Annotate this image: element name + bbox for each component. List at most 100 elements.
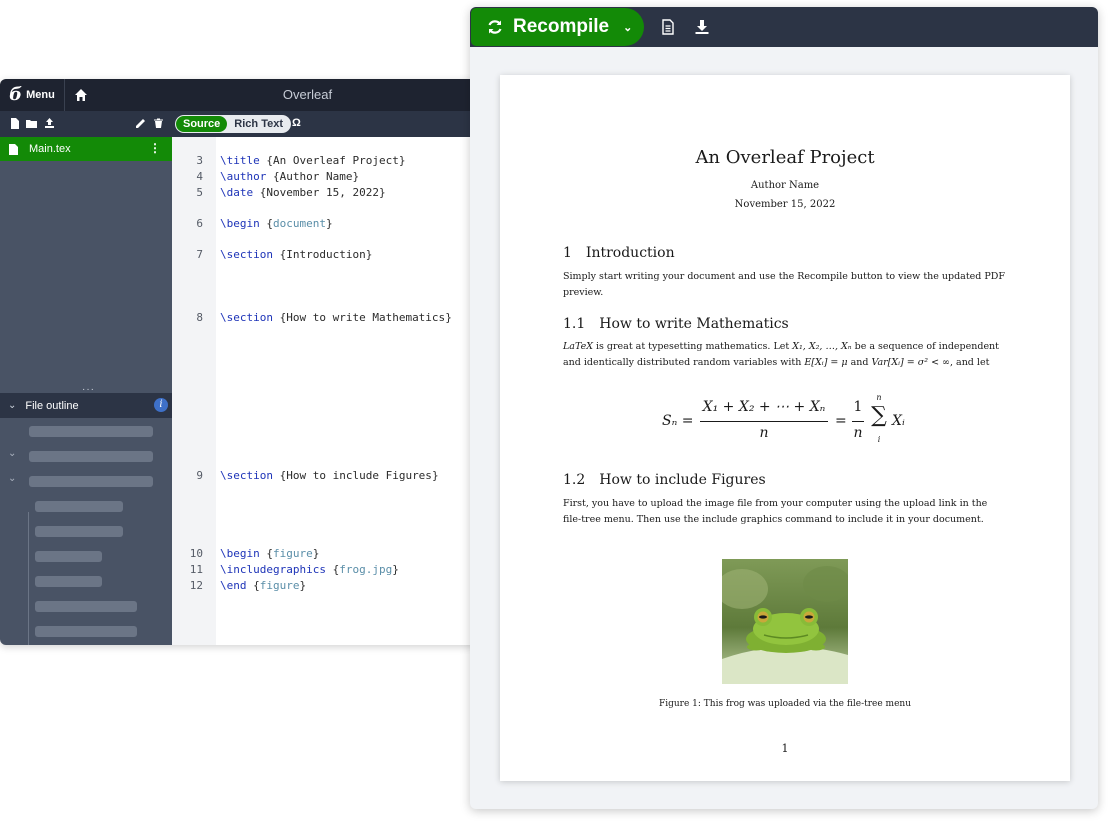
download-pdf-icon[interactable] <box>694 19 710 35</box>
subsection-number: 1.1 <box>563 316 586 332</box>
code-line[interactable]: 9 \section {How to include Figures} <box>0 468 475 484</box>
document-date: November 15, 2022 <box>734 199 836 210</box>
brace-close: } <box>392 563 399 576</box>
section-paragraph: Simply start writing your document and u… <box>563 271 1005 298</box>
rename-pencil-icon[interactable] <box>135 118 146 129</box>
command-argument: How to write Mathematics <box>286 311 446 324</box>
line-number: 12 <box>189 579 203 592</box>
recompile-button[interactable]: Recompile ⌄ <box>471 8 644 46</box>
latex-command: \begin <box>220 217 260 230</box>
paragraph-text: , and let <box>949 357 990 368</box>
command-argument: Author Name <box>279 170 353 183</box>
code-line[interactable]: 11 \includegraphics {frog.jpg} <box>0 562 475 578</box>
inline-math: X₁, X₂, …, Xₙ <box>792 341 852 352</box>
code-line[interactable]: 6 \begin {document} <box>0 216 475 232</box>
eq-equals: = <box>835 413 847 429</box>
section-number: 1 <box>563 245 572 261</box>
editor-window: б Menu Overleaf Source Rich Text Ω Main.… <box>0 79 475 645</box>
subsection-title: How to write Mathematics <box>599 316 789 332</box>
chevron-down-icon[interactable]: ⌄ <box>623 21 632 34</box>
latex-logo: LaTeX <box>563 341 593 352</box>
info-icon[interactable]: i <box>154 398 168 412</box>
code-line[interactable]: 4 \author {Author Name} <box>0 169 475 185</box>
eq-fraction-bar <box>700 421 828 422</box>
upload-icon[interactable] <box>44 118 55 129</box>
subsection-number: 1.2 <box>563 472 586 488</box>
code-line[interactable]: 12 \end {figure} <box>0 578 475 594</box>
section-paragraph: First, you have to upload the image file… <box>563 498 988 525</box>
code-line[interactable]: 10 \begin {figure} <box>0 546 475 562</box>
chevron-down-icon[interactable]: ⌄ <box>8 448 16 459</box>
logs-document-icon[interactable] <box>660 19 676 35</box>
section-title: Introduction <box>585 245 675 261</box>
command-argument: document <box>273 217 326 230</box>
line-number: 9 <box>196 469 203 482</box>
eq-lhs: Sₙ = <box>662 413 694 429</box>
rich-text-mode-button[interactable]: Rich Text <box>227 116 290 132</box>
code-line[interactable]: 3 \title {An Overleaf Project} <box>0 153 475 169</box>
code-text: \author {Author Name} <box>220 169 359 185</box>
brace-close: } <box>398 154 406 167</box>
code-text: \includegraphics {frog.jpg} <box>220 562 399 578</box>
inline-math: E[Xᵢ] = μ <box>804 357 848 368</box>
eq-one: 1 <box>853 399 863 415</box>
latex-command: \date <box>220 186 254 199</box>
latex-command: \section <box>220 248 273 261</box>
section-heading: 1 Introduction <box>563 245 675 261</box>
file-outline-label: File outline <box>25 399 79 412</box>
brace-open: { <box>272 248 287 261</box>
menu-button[interactable]: б Menu <box>0 79 65 111</box>
brace-open: { <box>272 311 287 324</box>
latex-command: \section <box>220 311 273 324</box>
eq-fraction-bar <box>852 421 864 422</box>
delete-trash-icon[interactable] <box>153 118 164 129</box>
refresh-icon <box>488 20 502 34</box>
chevron-down-icon[interactable]: ⌄ <box>8 400 16 411</box>
editor-topbar: б Menu Overleaf <box>0 79 475 111</box>
outline-subitem-placeholder[interactable] <box>35 626 137 637</box>
new-file-icon[interactable] <box>9 118 20 129</box>
code-line[interactable]: 7 \section {Introduction} <box>0 247 475 263</box>
paragraph-text: and <box>847 357 872 368</box>
code-text: \end {figure} <box>220 578 306 594</box>
line-number: 3 <box>196 154 203 167</box>
outline-subitem-placeholder[interactable] <box>35 601 137 612</box>
command-argument: An Overleaf Project <box>273 154 399 167</box>
code-line[interactable]: 5 \date {November 15, 2022} <box>0 185 475 201</box>
brace-close: } <box>352 170 360 183</box>
brace-close: } <box>299 579 307 592</box>
source-mode-button[interactable]: Source <box>176 116 228 132</box>
paragraph-text: is great at typesetting mathematics. Let <box>592 341 793 352</box>
outline-item-placeholder[interactable] <box>29 426 153 437</box>
line-number: 10 <box>189 547 203 560</box>
file-outline-header[interactable]: ··· ⌄ File outline i <box>0 384 172 418</box>
brace-open: { <box>259 217 273 230</box>
resize-handle[interactable]: ··· <box>82 384 95 395</box>
code-text: \begin {document} <box>220 216 333 232</box>
latex-command: \section <box>220 469 273 482</box>
latex-command: \includegraphics <box>220 563 326 576</box>
brace-close: } <box>378 186 386 199</box>
outline-subitem-placeholder[interactable] <box>35 526 123 537</box>
symbol-palette-icon[interactable]: Ω <box>292 117 301 129</box>
page-number: 1 <box>781 742 789 755</box>
home-icon[interactable] <box>74 88 88 102</box>
outline-subitem-placeholder[interactable] <box>35 501 123 512</box>
brace-open: { <box>253 186 267 199</box>
brace-close: } <box>312 547 320 560</box>
command-argument: November 15, 2022 <box>266 186 379 199</box>
eq-sum-lower: i <box>877 435 881 444</box>
outline-item-placeholder[interactable] <box>29 451 153 462</box>
brace-close: } <box>325 217 333 230</box>
command-argument: Introduction <box>286 248 366 261</box>
command-argument: figure <box>259 579 300 592</box>
brace-open: { <box>246 579 260 592</box>
new-folder-icon[interactable] <box>26 118 37 129</box>
editor-mode-toggle[interactable]: Source Rich Text <box>175 115 291 133</box>
preview-toolbar: Recompile ⌄ <box>470 7 1098 47</box>
command-argument: frog.jpg <box>339 563 393 576</box>
brace-open: { <box>259 154 273 167</box>
code-line[interactable]: 8 \section {How to write Mathematics} <box>0 310 475 326</box>
brace-open: { <box>266 170 280 183</box>
line-number: 6 <box>196 217 203 230</box>
